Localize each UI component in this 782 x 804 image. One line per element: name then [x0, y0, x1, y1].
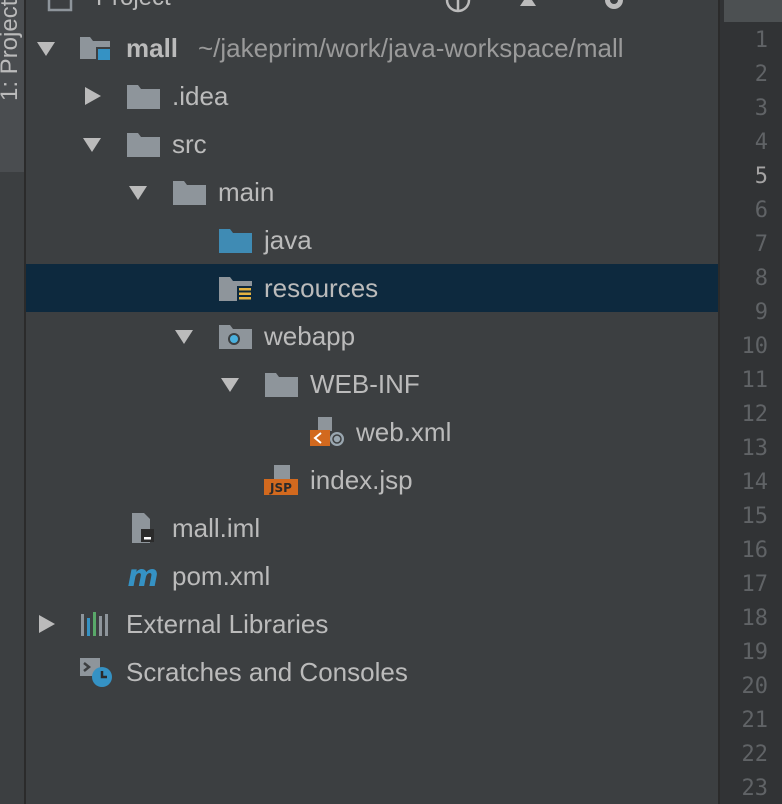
- maven-icon-text: m: [127, 561, 158, 591]
- tree-row-index-jsp[interactable]: JSP index.jsp: [26, 456, 718, 504]
- root-module-path: ~/jakeprim/work/java-workspace/mall: [198, 33, 624, 63]
- line-number: 20: [741, 674, 769, 699]
- tree-row-idea[interactable]: .idea: [26, 72, 718, 120]
- tree-row-external-libraries[interactable]: External Libraries: [26, 600, 718, 648]
- tree-row-src[interactable]: src: [26, 120, 718, 168]
- project-tab-label: 1: Project: [0, 0, 22, 102]
- collapsed-arrow-icon[interactable]: [36, 614, 56, 634]
- line-number: 11: [741, 368, 769, 393]
- tree-item-label: mall.iml: [172, 513, 261, 543]
- tree-item-label: java: [264, 225, 312, 255]
- line-number: 22: [741, 742, 769, 767]
- expanded-arrow-icon[interactable]: [174, 326, 194, 346]
- tree-item-label: src: [172, 129, 207, 159]
- project-title[interactable]: Project: [96, 0, 171, 12]
- tree-row-pom-xml[interactable]: m pom.xml: [26, 552, 718, 600]
- tree-row-java[interactable]: java: [26, 216, 718, 264]
- line-number: 14: [741, 470, 769, 495]
- tree-row-scratches[interactable]: Scratches and Consoles: [26, 648, 718, 696]
- folder-icon: [127, 133, 160, 157]
- line-number: 2: [754, 62, 768, 87]
- project-tool-window-tab[interactable]: 1: Project: [0, 0, 24, 172]
- expanded-arrow-icon[interactable]: [220, 374, 240, 394]
- tree-item-label: resources: [264, 273, 379, 303]
- line-number: 23: [741, 776, 769, 801]
- scratches-icon: [80, 658, 112, 687]
- jsp-icon: JSP: [264, 465, 298, 495]
- tree-item-label: WEB-INF: [310, 369, 420, 399]
- web-xml-icon: [310, 417, 344, 446]
- tree-item-label: web.xml: [356, 417, 452, 447]
- folder-icon: [127, 85, 160, 109]
- collapse-all-icon[interactable]: [514, 0, 542, 14]
- tree-item-label: pom.xml: [172, 561, 271, 591]
- line-number: 4: [754, 130, 768, 155]
- tree-row-webapp[interactable]: webapp: [26, 312, 718, 360]
- line-number: 17: [741, 572, 769, 597]
- editor-gutter: 1 2 3 4 5 6 7 8 9 10 11 12 13 14 15 16 17 18 19 20 21 22 23: [718, 0, 782, 804]
- settings-gear-icon[interactable]: [600, 0, 628, 14]
- iml-file-icon: [132, 513, 154, 543]
- line-number: 21: [741, 708, 769, 733]
- line-number: 10: [741, 334, 769, 359]
- source-folder-icon: [219, 229, 252, 253]
- tree-row-web-inf[interactable]: WEB-INF: [26, 360, 718, 408]
- line-number: 7: [754, 232, 768, 257]
- module-folder-icon: [80, 37, 112, 62]
- line-number: 3: [754, 96, 768, 121]
- tree-item-label: Scratches and Consoles: [126, 657, 408, 687]
- tree-row-mall-iml[interactable]: mall.iml: [26, 504, 718, 552]
- web-folder-icon: [219, 325, 252, 349]
- tree-row-web-xml[interactable]: web.xml: [26, 408, 718, 456]
- line-number: 18: [741, 606, 769, 631]
- expanded-arrow-icon[interactable]: [82, 134, 102, 154]
- expanded-arrow-icon[interactable]: [36, 38, 56, 58]
- line-number: 12: [741, 402, 769, 427]
- maven-icon: m: [127, 561, 158, 591]
- tree-item-label: index.jsp: [310, 465, 413, 495]
- line-number: 13: [741, 436, 769, 461]
- tree-row-main[interactable]: main: [26, 168, 718, 216]
- folder-icon: [265, 373, 298, 397]
- line-number: 5: [754, 164, 768, 189]
- libraries-icon: [81, 612, 108, 636]
- tool-window-strip: 1: Project: [0, 0, 26, 804]
- project-tree: mall ~/jakeprim/work/java-workspace/mall…: [26, 20, 718, 804]
- line-number: 19: [741, 640, 769, 665]
- expanded-arrow-icon[interactable]: [128, 182, 148, 202]
- tree-item-label: External Libraries: [126, 609, 329, 639]
- tree-row-resources[interactable]: resources: [26, 264, 718, 312]
- tree-row-root[interactable]: mall ~/jakeprim/work/java-workspace/mall: [26, 24, 718, 72]
- editor-tab-strip[interactable]: [724, 0, 782, 22]
- line-number: 6: [754, 198, 768, 223]
- jsp-icon-text: JSP: [269, 481, 292, 495]
- project-view-icon[interactable]: [46, 0, 74, 14]
- tree-item-label: webapp: [264, 321, 356, 351]
- line-number: 9: [754, 300, 768, 325]
- collapsed-arrow-icon[interactable]: [82, 86, 102, 106]
- target-icon[interactable]: [444, 0, 472, 14]
- line-number: 8: [754, 266, 768, 291]
- root-module-name: mall: [126, 33, 179, 63]
- line-number: 1: [754, 28, 768, 53]
- line-number: 16: [741, 538, 769, 563]
- tree-item-label: .idea: [172, 81, 229, 111]
- tree-item-label: main: [218, 177, 275, 207]
- folder-icon: [173, 181, 206, 205]
- project-header: Project: [26, 0, 718, 21]
- line-number: 15: [741, 504, 769, 529]
- resources-folder-icon: [219, 277, 252, 302]
